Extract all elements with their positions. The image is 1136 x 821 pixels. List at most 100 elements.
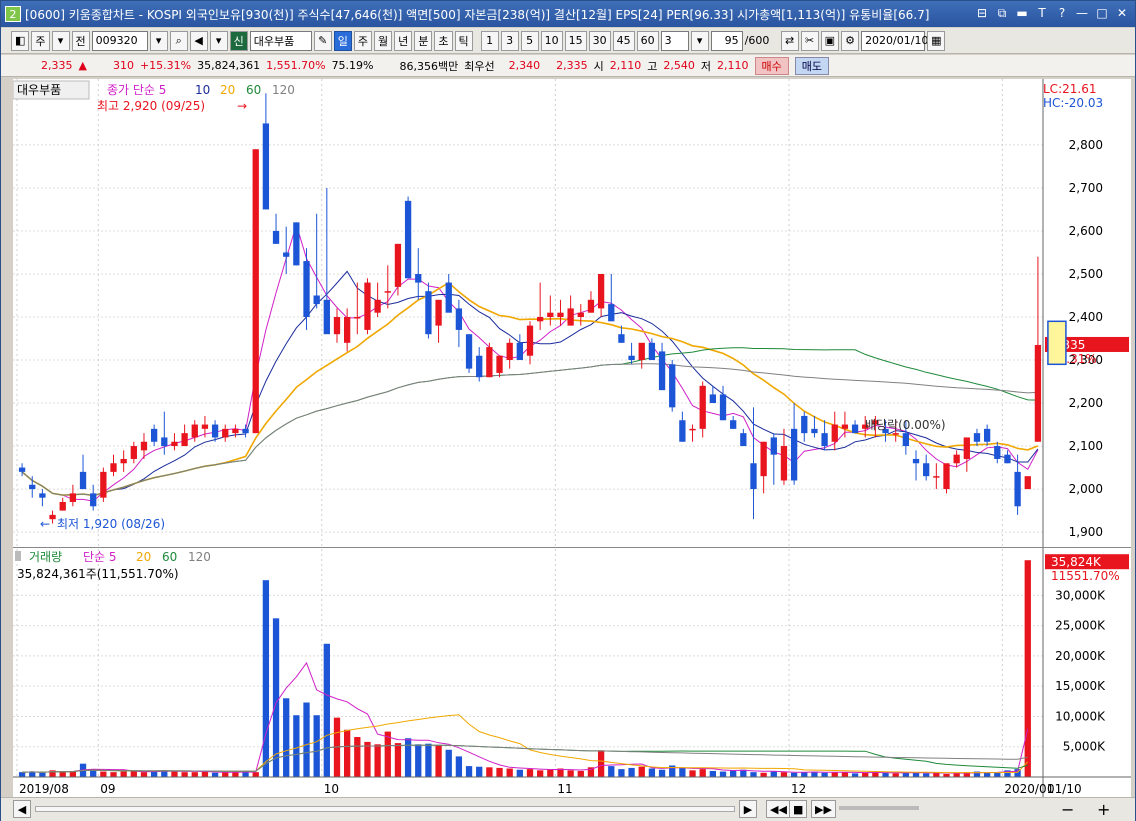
minimize-button[interactable]: — xyxy=(1075,5,1089,21)
interval-15[interactable]: 15 xyxy=(564,30,587,51)
tab-year[interactable]: 년 xyxy=(394,30,413,51)
candle-body xyxy=(801,415,808,434)
speaker-icon[interactable]: ◀ xyxy=(189,30,208,51)
sell-button[interactable]: 매도 xyxy=(794,56,829,75)
period-select[interactable]: 주 xyxy=(31,30,50,51)
gear-icon[interactable]: ⚙ xyxy=(841,30,860,51)
volume-legend-name: 거래량 xyxy=(29,550,62,564)
pin-icon[interactable]: ✎ xyxy=(313,30,332,51)
candle-body xyxy=(689,428,696,431)
volume-bar xyxy=(841,772,849,777)
volume-bar xyxy=(526,769,534,777)
volume-tick-label: 15,000K xyxy=(1055,679,1106,693)
buy-button[interactable]: 매수 xyxy=(754,56,789,75)
help-icon[interactable]: ? xyxy=(1055,5,1069,21)
candle-body xyxy=(496,355,503,373)
volume-bar xyxy=(262,580,270,777)
tab-week[interactable]: 주 xyxy=(353,30,373,51)
candle-body xyxy=(232,428,239,434)
candle-body xyxy=(201,424,209,429)
zoom-in-icon[interactable]: + xyxy=(1097,800,1110,819)
chevron-down-icon[interactable]: ▾ xyxy=(690,30,709,51)
interval-3[interactable]: 3 xyxy=(500,30,519,51)
interval-5[interactable]: 5 xyxy=(520,30,539,51)
date-tick-label: 09 xyxy=(100,782,115,796)
candle-body xyxy=(242,428,249,434)
candle-body xyxy=(486,347,493,378)
close-button[interactable]: ✕ xyxy=(1115,5,1129,21)
candle-body xyxy=(506,342,513,361)
custom-interval-input[interactable]: 3 xyxy=(660,30,689,51)
volume-bar xyxy=(354,737,361,777)
stock-code-input[interactable]: 009320 xyxy=(91,30,148,51)
tile-icon[interactable]: ⧉ xyxy=(995,5,1009,21)
lc-label: LC:21.61 xyxy=(1043,82,1096,96)
code-dropdown-icon[interactable]: ▾ xyxy=(149,30,168,51)
candle-body xyxy=(537,317,544,322)
font-icon[interactable]: T xyxy=(1035,5,1049,21)
tab-minute[interactable]: 분 xyxy=(414,30,433,51)
interval-60[interactable]: 60 xyxy=(636,30,659,51)
bar-icon[interactable]: ▬ xyxy=(1015,5,1029,21)
volume-bar xyxy=(374,744,381,777)
interval-30[interactable]: 30 xyxy=(588,30,611,51)
tab-month[interactable]: 월 xyxy=(374,30,393,51)
scroll-track[interactable] xyxy=(35,806,735,812)
zoom-slider[interactable] xyxy=(839,806,919,810)
candle-body xyxy=(394,243,402,287)
bottom-navigation: ◀ ▶ ◀◀ ■ ▶▶ − + xyxy=(1,797,1135,821)
zoom-out-icon[interactable]: − xyxy=(1061,800,1074,819)
legend-ma120: 120 xyxy=(272,83,295,97)
volume-bar xyxy=(923,773,930,777)
candle-body xyxy=(963,437,970,459)
arrow-left-icon: ← xyxy=(40,517,50,531)
stock-chart[interactable]: 1,9002,0002,1002,2002,3002,4002,5002,600… xyxy=(12,79,1131,797)
volume-bar xyxy=(293,715,300,777)
compare-icon[interactable]: ⇄ xyxy=(780,30,799,51)
bid2-value: 2,335 xyxy=(556,59,588,72)
candle-body xyxy=(39,493,46,498)
interval-1[interactable]: 1 xyxy=(480,30,499,51)
stop-button[interactable]: ■ xyxy=(789,800,808,818)
price-tick-label: 2,800 xyxy=(1069,138,1103,152)
chart-area[interactable]: 1,900 2,000 2,100 2,200 2,300 2,400 2,500 2,600… xyxy=(12,79,1131,797)
count-input[interactable]: 95 xyxy=(710,30,743,51)
candle-body xyxy=(323,299,330,335)
calendar-icon[interactable]: ▦ xyxy=(927,30,946,51)
volume-tick-label: 20,000K xyxy=(1055,649,1106,663)
date-input[interactable]: 2020/01/10 xyxy=(861,30,928,51)
layout-icon[interactable]: ⊟ xyxy=(975,5,989,21)
save-icon[interactable]: ▣ xyxy=(820,30,840,51)
tab-tick[interactable]: 틱 xyxy=(454,30,473,51)
volume-bar xyxy=(181,772,188,777)
tool-icon[interactable]: ✂ xyxy=(800,30,819,51)
chevron-down-icon[interactable]: ▾ xyxy=(209,30,228,51)
vol-legend-ma5: 단순 5 xyxy=(83,550,117,564)
volume-bar xyxy=(1024,560,1031,777)
volume-panel-handle[interactable] xyxy=(15,551,21,561)
maximize-button[interactable]: □ xyxy=(1095,5,1109,21)
interval-45[interactable]: 45 xyxy=(612,30,635,51)
tab-day[interactable]: 일 xyxy=(333,30,352,51)
scroll-left-button[interactable]: ◀ xyxy=(13,800,31,818)
interval-10[interactable]: 10 xyxy=(540,30,563,51)
price-tick-label: 2,400 xyxy=(1069,310,1103,324)
scroll-right-button[interactable]: ▶ xyxy=(739,800,757,818)
rewind-button[interactable]: ◀◀ xyxy=(766,800,791,818)
new-badge[interactable]: 신 xyxy=(229,30,248,51)
chevron-down-icon[interactable]: ▾ xyxy=(51,30,70,51)
search-icon[interactable]: ⌕ xyxy=(169,30,188,51)
tab-second[interactable]: 초 xyxy=(434,30,453,51)
volume-bar xyxy=(892,773,899,777)
date-tick-label: 10 xyxy=(324,782,339,796)
max-annotation: 최고 2,920 (09/25) xyxy=(97,99,205,113)
stock-name-field[interactable]: 대우부품 xyxy=(249,30,312,51)
forward-button[interactable]: ▶▶ xyxy=(811,800,836,818)
candle-body xyxy=(902,433,910,447)
panel-toggle-icon[interactable]: ◧ xyxy=(11,30,30,51)
price-tick-label: 2,500 xyxy=(1069,267,1103,281)
candle-body xyxy=(59,501,66,511)
price-tick-label: 2,600 xyxy=(1069,224,1103,238)
volume-bar xyxy=(313,715,320,777)
prev-button[interactable]: 전 xyxy=(71,30,90,51)
